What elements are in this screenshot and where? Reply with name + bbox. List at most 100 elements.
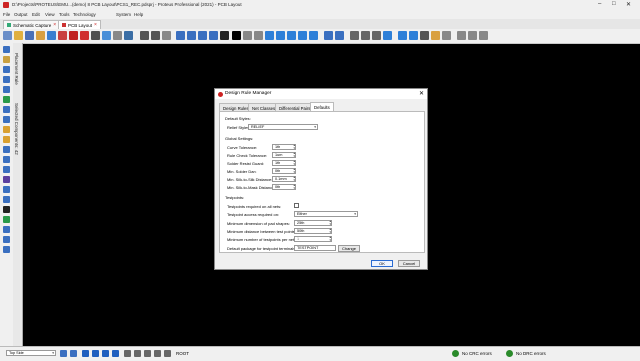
ratsnest-mode-icon[interactable] bbox=[3, 106, 10, 113]
menu-view[interactable]: View bbox=[45, 12, 55, 17]
tab-pcb-layout[interactable]: PCB Layout × bbox=[58, 20, 101, 29]
min-silk-to-mask-field[interactable]: 0th ▴ ▾ bbox=[272, 184, 296, 190]
minimize-button[interactable]: – bbox=[598, 1, 601, 7]
pan-icon[interactable] bbox=[265, 31, 274, 40]
save-icon[interactable] bbox=[25, 31, 34, 40]
gerber-icon[interactable] bbox=[91, 31, 100, 40]
component-mode-icon[interactable] bbox=[3, 56, 10, 63]
tab-schematic-capture[interactable]: Schematic Capture × bbox=[3, 20, 61, 29]
spin-arrows-icon[interactable]: ▴ ▾ bbox=[329, 220, 331, 226]
3d-view-icon[interactable] bbox=[102, 31, 111, 40]
spin-arrows-icon[interactable]: ▴ ▾ bbox=[293, 160, 295, 166]
menu-tools[interactable]: Tools bbox=[59, 12, 70, 17]
relief-styles-select[interactable]: RELIEF ▾ bbox=[248, 124, 318, 130]
pad-square-icon[interactable] bbox=[3, 136, 10, 143]
spin-arrows-icon[interactable]: ▴ ▾ bbox=[329, 228, 331, 234]
package-mode-icon[interactable] bbox=[3, 66, 10, 73]
text-graphics-icon[interactable] bbox=[3, 206, 10, 213]
menu-edit[interactable]: Edit bbox=[32, 12, 40, 17]
stop-icon[interactable] bbox=[112, 350, 119, 357]
tool-a-icon[interactable] bbox=[124, 350, 131, 357]
redo-icon[interactable] bbox=[335, 31, 344, 40]
grid-icon[interactable] bbox=[151, 31, 160, 40]
arc-graphics-icon[interactable] bbox=[3, 186, 10, 193]
default-testpoint-package-field[interactable]: TESTPOINT bbox=[294, 245, 336, 251]
bom-icon[interactable] bbox=[113, 31, 122, 40]
snap-icon[interactable] bbox=[243, 31, 252, 40]
copy-icon[interactable] bbox=[187, 31, 196, 40]
autoroute-icon[interactable] bbox=[420, 31, 429, 40]
tidy-icon[interactable] bbox=[479, 31, 488, 40]
min-solder-dam-field[interactable]: 0th ▴ ▾ bbox=[272, 168, 296, 174]
symbol-graphics-icon[interactable] bbox=[3, 216, 10, 223]
block-rotate-icon[interactable] bbox=[361, 31, 370, 40]
metric-toggle-icon[interactable] bbox=[232, 31, 241, 40]
open-folder-icon[interactable] bbox=[14, 31, 23, 40]
pad-dil-icon[interactable] bbox=[3, 146, 10, 153]
refresh-icon[interactable] bbox=[140, 31, 149, 40]
curve-tolerance-field[interactable]: 1th ▴ ▾ bbox=[272, 144, 296, 150]
pick-icon[interactable] bbox=[220, 31, 229, 40]
min-testpoints-per-net-field[interactable]: 1 ▴ ▾ bbox=[294, 236, 332, 242]
spin-arrows-icon[interactable]: ▴ ▾ bbox=[293, 152, 295, 158]
menu-technology[interactable]: Technology bbox=[73, 12, 96, 17]
play-icon[interactable] bbox=[82, 350, 89, 357]
home-icon[interactable] bbox=[47, 31, 56, 40]
solder-resist-guard-field[interactable]: 1th ▴ ▾ bbox=[272, 160, 296, 166]
zone-mode-icon[interactable] bbox=[3, 96, 10, 103]
pad-edge-icon[interactable] bbox=[3, 156, 10, 163]
zoom-in-icon[interactable] bbox=[276, 31, 285, 40]
probe-icon[interactable] bbox=[3, 246, 10, 253]
tool-c-icon[interactable] bbox=[144, 350, 151, 357]
spin-arrows-icon[interactable]: ▴ ▾ bbox=[329, 236, 331, 242]
close-icon[interactable]: ✕ bbox=[419, 90, 424, 97]
cut-icon[interactable] bbox=[176, 31, 185, 40]
zoom-area-icon[interactable] bbox=[309, 31, 318, 40]
block-copy-icon[interactable] bbox=[209, 31, 218, 40]
netlist-icon[interactable] bbox=[124, 31, 133, 40]
help-icon[interactable] bbox=[69, 31, 78, 40]
dimension-icon[interactable] bbox=[3, 236, 10, 243]
testpoints-required-checkbox[interactable] bbox=[294, 203, 299, 208]
spin-arrows-icon[interactable]: ▴ ▾ bbox=[293, 184, 295, 190]
origin-icon[interactable] bbox=[254, 31, 263, 40]
min-testpoint-distance-field[interactable]: 50th ▴ ▾ bbox=[294, 228, 332, 234]
block-move-icon[interactable] bbox=[350, 31, 359, 40]
cancel-button[interactable]: Cancel bbox=[398, 260, 420, 267]
connectivity-icon[interactable] bbox=[468, 31, 477, 40]
spin-arrows-icon[interactable]: ▴ ▾ bbox=[293, 168, 295, 174]
drc-icon[interactable] bbox=[457, 31, 466, 40]
menu-output[interactable]: Output bbox=[14, 12, 28, 17]
import-icon[interactable] bbox=[36, 31, 45, 40]
undo-icon[interactable] bbox=[324, 31, 333, 40]
pad-round-icon[interactable] bbox=[3, 126, 10, 133]
crc-status[interactable]: No CRC errors bbox=[462, 351, 492, 356]
step-icon[interactable] bbox=[92, 350, 99, 357]
make-package-icon[interactable] bbox=[398, 31, 407, 40]
maximize-button[interactable]: □ bbox=[612, 1, 616, 7]
ok-button[interactable]: OK bbox=[371, 260, 393, 267]
selection-mode-icon[interactable] bbox=[3, 46, 10, 53]
menu-help[interactable]: Help bbox=[134, 12, 143, 17]
via-mode-icon[interactable] bbox=[3, 86, 10, 93]
marker-icon[interactable] bbox=[3, 226, 10, 233]
power-plane-icon[interactable] bbox=[431, 31, 440, 40]
path-graphics-icon[interactable] bbox=[3, 196, 10, 203]
drc-status[interactable]: No DRC errors bbox=[516, 351, 546, 356]
new-file-icon[interactable] bbox=[3, 31, 12, 40]
block-delete-icon[interactable] bbox=[372, 31, 381, 40]
tool-b-icon[interactable] bbox=[134, 350, 141, 357]
toggle-layers-icon[interactable] bbox=[162, 31, 171, 40]
layer-toggle-icon[interactable] bbox=[60, 350, 67, 357]
paste-icon[interactable] bbox=[198, 31, 207, 40]
settings-icon[interactable] bbox=[58, 31, 67, 40]
line-graphics-icon[interactable] bbox=[3, 166, 10, 173]
change-button[interactable]: Change bbox=[338, 245, 360, 252]
pause-icon[interactable] bbox=[102, 350, 109, 357]
rule-check-tolerance-field[interactable]: 1um ▴ ▾ bbox=[272, 152, 296, 158]
close-tab-icon[interactable]: × bbox=[53, 22, 56, 28]
menu-system[interactable]: System bbox=[116, 12, 131, 17]
close-window-button[interactable]: ✕ bbox=[626, 1, 631, 8]
min-pad-dimension-field[interactable]: 25th ▴ ▾ bbox=[294, 220, 332, 226]
menu-file[interactable]: File bbox=[3, 12, 10, 17]
